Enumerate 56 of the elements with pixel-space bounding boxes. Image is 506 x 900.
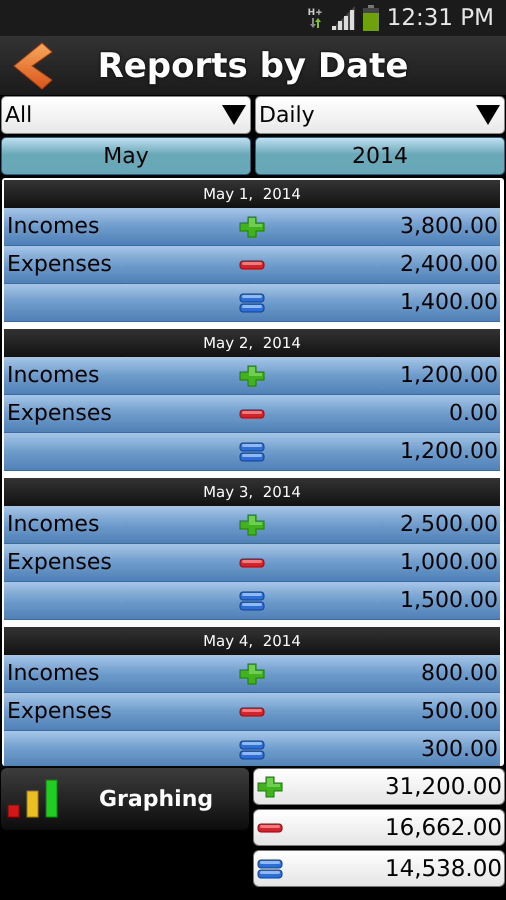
row-label: Incomes (7, 363, 100, 388)
clock: 12:31 PM (386, 5, 494, 31)
dropdown-arrow-icon (222, 105, 246, 125)
amount: 1,200.00 (400, 363, 498, 388)
total-field: 14,538.00 (253, 850, 505, 887)
minus-icon (239, 408, 265, 418)
bar-chart-icon (8, 780, 58, 818)
amount: 500.00 (421, 699, 498, 724)
row-label: Expenses (7, 401, 112, 426)
equals-icon (239, 292, 265, 314)
equals-icon (239, 440, 265, 462)
plus-icon (239, 514, 265, 536)
row-label: Expenses (7, 699, 112, 724)
period-button[interactable]: May (1, 137, 251, 175)
amount: 1,400.00 (400, 290, 498, 315)
minus-icon (239, 706, 265, 716)
amount: 1,000.00 (400, 550, 498, 575)
minus-icon (239, 260, 265, 270)
period-button[interactable]: 2014 (255, 137, 505, 175)
plus-icon (239, 364, 265, 386)
amount: 1,200.00 (400, 439, 498, 464)
date-header: May 1, 2014 (4, 180, 500, 208)
total-field: 16,662.00 (253, 809, 505, 846)
signal-icon (330, 6, 355, 30)
row-label: Incomes (7, 214, 100, 239)
date-header: May 3, 2014 (4, 478, 500, 506)
row-label: Incomes (7, 661, 100, 686)
minus-icon (239, 558, 265, 568)
dropdown[interactable]: Daily (255, 96, 505, 134)
row-label: Expenses (7, 550, 112, 575)
dropdown[interactable]: All (1, 96, 251, 134)
row-label: Incomes (7, 512, 100, 537)
amount: 1,500.00 (400, 588, 498, 613)
amount: 0.00 (449, 401, 498, 426)
amount: 2,400.00 (400, 252, 498, 277)
date-header: May 4, 2014 (4, 627, 500, 655)
equals-icon (257, 858, 283, 880)
minus-icon (257, 822, 283, 832)
dropdown-arrow-icon (476, 105, 500, 125)
plus-icon (239, 662, 265, 684)
equals-icon (239, 738, 265, 760)
graphing-button[interactable]: Graphing (1, 768, 249, 830)
battery-icon (362, 5, 379, 31)
network-type: H+ (308, 8, 323, 18)
equals-icon (239, 590, 265, 612)
data-arrows-icon (309, 18, 322, 28)
amount: 300.00 (421, 737, 498, 762)
date-header: May 2, 2014 (4, 329, 500, 357)
plus-icon (239, 216, 265, 238)
amount: 800.00 (421, 661, 498, 686)
screen-title: Reports by Date (96, 46, 410, 86)
plus-icon (257, 776, 283, 798)
amount: 2,500.00 (400, 512, 498, 537)
row-label: Expenses (7, 252, 112, 277)
amount: 3,800.00 (400, 214, 498, 239)
total-field: 31,200.00 (253, 768, 505, 805)
